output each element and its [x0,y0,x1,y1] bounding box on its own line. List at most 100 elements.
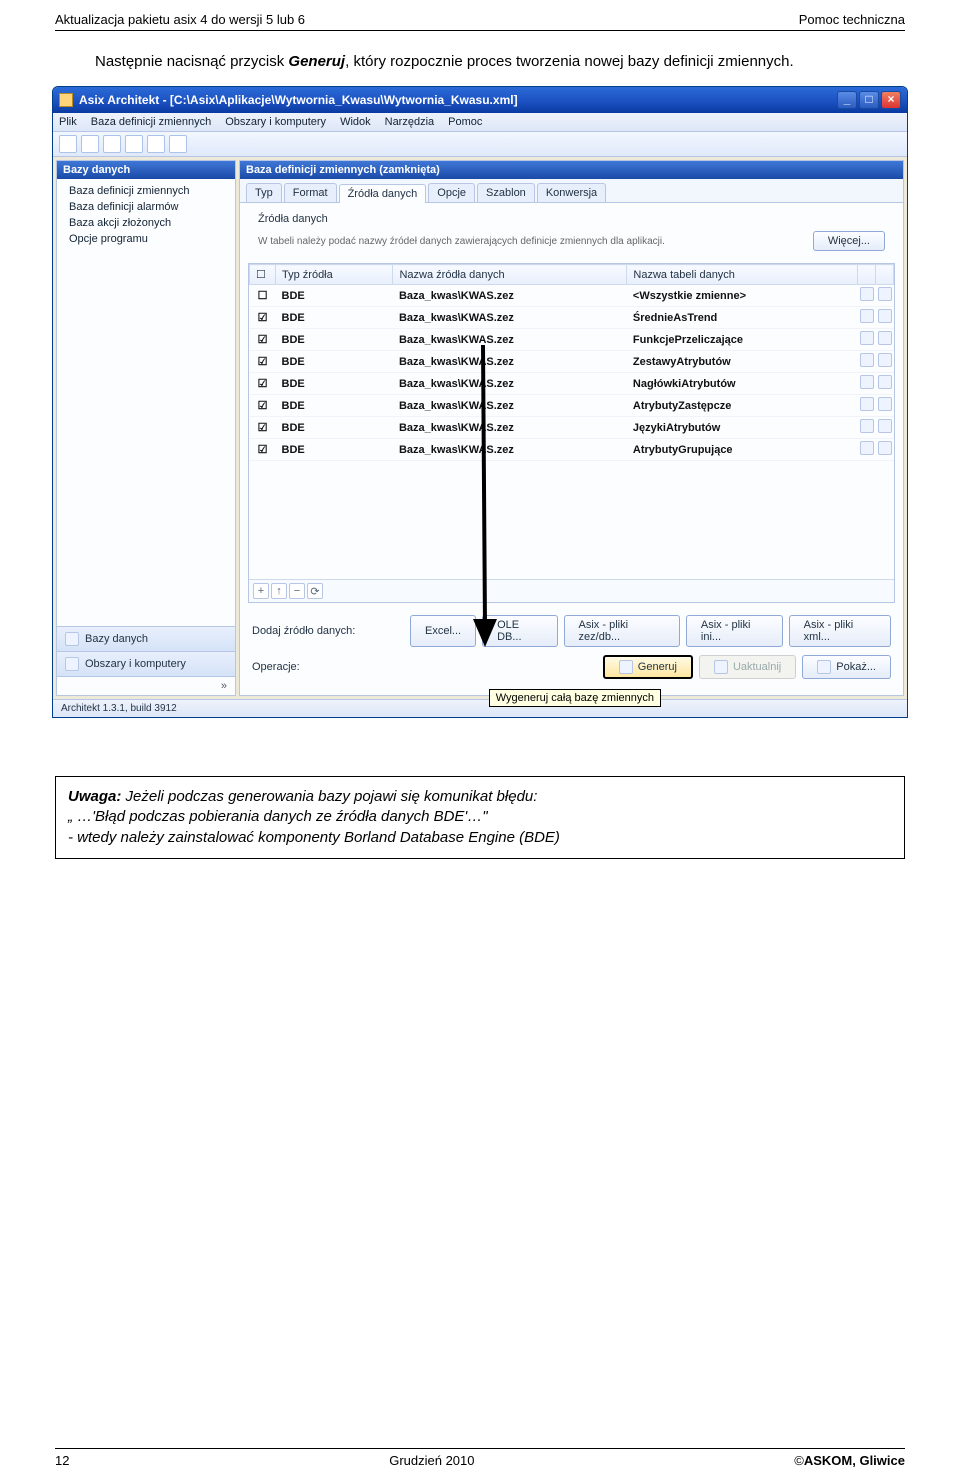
row-checkbox[interactable]: ☑ [250,395,276,417]
row-type: BDE [276,439,393,461]
para-pre: Następnie nacisnąć przycisk [95,53,288,70]
row-table: FunkcjePrzeliczające [627,329,858,351]
edit-icon[interactable] [878,287,892,301]
help-text: W tabeli należy podać nazwy źródeł danyc… [258,236,665,247]
next-icon[interactable] [147,135,165,153]
row-table: <Wszystkie zmienne> [627,285,858,307]
tab-template[interactable]: Szablon [477,183,535,202]
row-table: AtrybutyGrupujące [627,439,858,461]
edit-icon[interactable] [878,397,892,411]
search-icon[interactable] [860,441,874,455]
tab-type[interactable]: Typ [246,183,282,202]
add-ini-button[interactable]: Asix - pliki ini... [686,615,783,647]
row-type: BDE [276,329,393,351]
add-excel-button[interactable]: Excel... [410,615,476,647]
search-icon [817,660,831,674]
refresh-icon [714,660,728,674]
tab-conversion[interactable]: Konwersja [537,183,606,202]
header-right: Pomoc techniczna [799,12,905,27]
sidebar-bottom-databases[interactable]: Bazy danych [57,626,235,651]
tab-options[interactable]: Opcje [428,183,475,202]
menu-item[interactable]: Baza definicji zmiennych [91,116,211,128]
search-icon[interactable] [860,419,874,433]
update-button[interactable]: Uaktualnij [699,655,796,679]
tool-icon[interactable] [169,135,187,153]
table-row[interactable]: ☑BDEBaza_kwas\KWAS.zezAtrybutyZastępcze [250,395,894,417]
search-icon[interactable] [860,287,874,301]
table-row[interactable]: ☑BDEBaza_kwas\KWAS.zezJęzykiAtrybutów [250,417,894,439]
menu-item[interactable]: Narzędzia [385,116,435,128]
prev-icon[interactable] [125,135,143,153]
edit-icon[interactable] [878,375,892,389]
row-table: JęzykiAtrybutów [627,417,858,439]
tab-sources[interactable]: Źródła danych [339,184,427,203]
menu-bar: Plik Baza definicji zmiennych Obszary i … [53,113,907,132]
edit-icon[interactable] [878,331,892,345]
add-xml-button[interactable]: Asix - pliki xml... [789,615,891,647]
window-title: Asix Architekt - [C:\Asix\Aplikacje\Wytw… [79,93,518,107]
add-row-icon[interactable]: + [253,583,269,599]
row-checkbox[interactable]: ☐ [250,285,276,307]
table-row[interactable]: ☑BDEBaza_kwas\KWAS.zezZestawyAtrybutów [250,351,894,373]
edit-icon[interactable] [878,441,892,455]
more-button[interactable]: Więcej... [813,231,885,251]
app-window: Asix Architekt - [C:\Asix\Aplikacje\Wytw… [52,86,908,718]
row-checkbox[interactable]: ☑ [250,329,276,351]
row-name: Baza_kwas\KWAS.zez [393,395,627,417]
col-table[interactable]: Nazwa tabeli danych [627,265,858,285]
close-button[interactable]: × [881,91,901,109]
edit-icon[interactable] [878,353,892,367]
remove-row-icon[interactable]: − [289,583,305,599]
move-up-icon[interactable]: ↑ [271,583,287,599]
row-checkbox[interactable]: ☑ [250,351,276,373]
table-row[interactable]: ☑BDEBaza_kwas\KWAS.zezFunkcjePrzeliczają… [250,329,894,351]
generate-button[interactable]: Generuj [603,655,693,679]
menu-item[interactable]: Plik [59,116,77,128]
col-check[interactable]: ☐ [250,265,276,285]
sidebar-bottom-areas[interactable]: Obszary i komputery [57,651,235,676]
table-row[interactable]: ☑BDEBaza_kwas\KWAS.zezŚrednieAsTrend [250,307,894,329]
row-name: Baza_kwas\KWAS.zez [393,373,627,395]
add-oledb-button[interactable]: OLE DB... [482,615,557,647]
search-icon[interactable] [860,331,874,345]
menu-item[interactable]: Widok [340,116,371,128]
maximize-button[interactable]: □ [859,91,879,109]
row-table: NagłówkiAtrybutów [627,373,858,395]
search-icon[interactable] [860,397,874,411]
show-button[interactable]: Pokaż... [802,655,891,679]
edit-icon[interactable] [878,309,892,323]
tab-format[interactable]: Format [284,183,337,202]
table-row[interactable]: ☑BDEBaza_kwas\KWAS.zezNagłówkiAtrybutów [250,373,894,395]
toolbar [53,132,907,157]
new-icon[interactable] [59,135,77,153]
menu-item[interactable]: Obszary i komputery [225,116,326,128]
row-checkbox[interactable]: ☑ [250,373,276,395]
update-button-label: Uaktualnij [733,661,781,673]
sidebar-item[interactable]: Baza definicji zmiennych [57,183,235,199]
status-left: Architekt 1.3.1, build 3912 [61,703,177,714]
open-icon[interactable] [81,135,99,153]
sidebar-item[interactable]: Opcje programu [57,231,235,247]
row-checkbox[interactable]: ☑ [250,417,276,439]
menu-item[interactable]: Pomoc [448,116,482,128]
row-type: BDE [276,351,393,373]
search-icon[interactable] [860,353,874,367]
table-row[interactable]: ☐BDEBaza_kwas\KWAS.zez<Wszystkie zmienne… [250,285,894,307]
sidebar-item[interactable]: Baza definicji alarmów [57,199,235,215]
sidebar-item[interactable]: Baza akcji złożonych [57,215,235,231]
search-icon[interactable] [860,309,874,323]
col-type[interactable]: Typ źródła [276,265,393,285]
col-name[interactable]: Nazwa źródła danych [393,265,627,285]
search-icon[interactable] [860,375,874,389]
row-checkbox[interactable]: ☑ [250,307,276,329]
refresh-icon[interactable]: ⟳ [307,583,323,599]
row-table: AtrybutyZastępcze [627,395,858,417]
add-source-label: Dodaj źródło danych: [252,625,402,637]
add-zez-button[interactable]: Asix - pliki zez/db... [564,615,680,647]
row-checkbox[interactable]: ☑ [250,439,276,461]
minimize-button[interactable]: _ [837,91,857,109]
edit-icon[interactable] [878,419,892,433]
sidebar-expand-icon[interactable]: » [57,676,235,695]
table-row[interactable]: ☑BDEBaza_kwas\KWAS.zezAtrybutyGrupujące [250,439,894,461]
save-icon[interactable] [103,135,121,153]
